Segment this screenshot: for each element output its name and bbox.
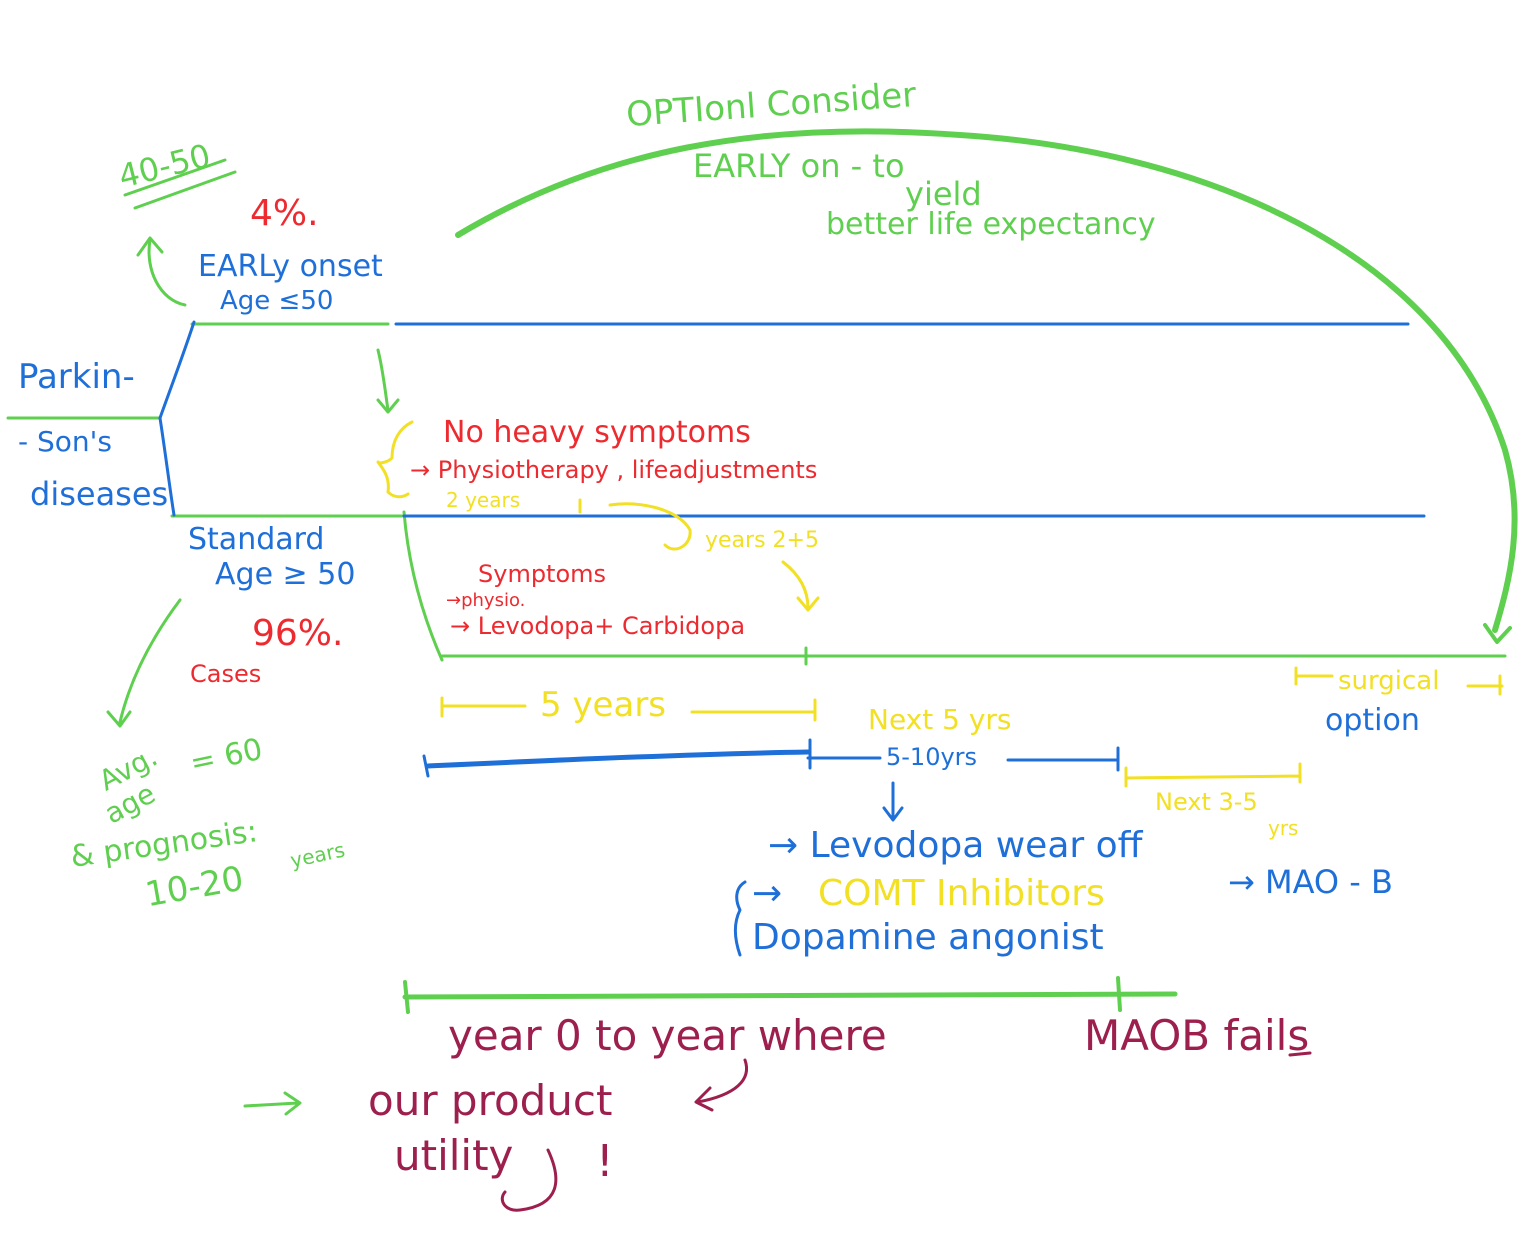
label-two-years: 2 years — [446, 488, 521, 512]
label-next-3-5: Next 3-5 — [1155, 788, 1258, 816]
five-years-bracket-right — [690, 698, 817, 722]
label-early-on: EARLY on - to — [693, 147, 905, 185]
product-range-end — [1116, 976, 1122, 1012]
years-0-5-start — [422, 754, 430, 778]
label-physio: →physio. — [446, 590, 526, 611]
label-standard: Standard — [188, 522, 325, 557]
label-better-life: better life expectancy — [826, 207, 1156, 242]
label-dopamine: Dopamine angonist — [752, 917, 1104, 958]
label-surgical: surgical — [1338, 666, 1440, 696]
label-early-onset: EARLy onset — [198, 249, 383, 284]
label-exclaim: ! — [596, 1136, 614, 1187]
label-pct-4: 4%. — [250, 193, 319, 234]
label-sons: - Son's — [18, 425, 112, 458]
label-utility: utility — [394, 1131, 514, 1180]
label-levodopa-wear: → Levodopa wear off — [768, 825, 1143, 866]
label-age-le-50: Age ≤50 — [220, 286, 334, 316]
treatment-bracket — [734, 880, 747, 957]
product-range-start — [403, 980, 410, 1014]
label-yield: yield — [905, 175, 982, 213]
early-up-arrow — [147, 238, 187, 307]
label-our-product: our product — [368, 1076, 613, 1125]
timeline-vertical — [402, 510, 444, 662]
product-loop-arrow — [694, 1058, 748, 1112]
label-year-zero: year 0 to year where — [448, 1011, 887, 1060]
avg-age-arrowhead — [106, 710, 132, 728]
label-pct-96: 96%. — [252, 613, 344, 654]
avg-age-arrow — [118, 598, 182, 724]
product-range-line — [402, 991, 1178, 1000]
five-years-bracket-left — [440, 696, 527, 718]
no-heavy-bracket — [376, 420, 414, 499]
branch-up — [158, 320, 196, 420]
surgical-bracket-right — [1466, 674, 1504, 696]
label-next-5-yrs: Next 5 yrs — [868, 703, 1012, 736]
label-years-2-5: years 2+5 — [705, 528, 819, 553]
label-option: option — [1325, 703, 1420, 738]
years-2-5-arrow — [781, 560, 820, 612]
years-loop-arrow — [608, 502, 692, 551]
wear-off-down-arrow — [882, 781, 904, 822]
surgical-bracket-left — [1294, 666, 1334, 686]
label-five-ten-yrs: 5-10yrs — [886, 743, 978, 771]
comt-arrow-glyph: → — [752, 873, 783, 914]
label-levodopa-carbidopa: → Levodopa+ Carbidopa — [450, 612, 746, 640]
label-comt: COMT Inhibitors — [818, 873, 1105, 914]
diagram-canvas — [6, 128, 1518, 1212]
label-maob-fails: MAOB fails — [1084, 1011, 1310, 1060]
label-age-ge-50: Age ≥ 50 — [215, 557, 356, 592]
label-symptoms: Symptoms — [478, 560, 607, 588]
label-five-years: 5 years — [540, 685, 667, 725]
label-cases: Cases — [190, 660, 262, 688]
years-0-5-bar — [425, 749, 811, 769]
label-diseases: diseases — [30, 475, 169, 513]
label-parkin: Parkin- — [18, 357, 135, 397]
label-physio-life: → Physiotherapy , lifeadjustments — [410, 456, 818, 484]
label-yrs: yrs — [1268, 816, 1299, 840]
next-3-5-bracket — [1124, 762, 1302, 788]
label-maob: → MAO - B — [1228, 863, 1393, 901]
product-arrow — [243, 1091, 302, 1116]
label-no-heavy: No heavy symptoms — [443, 415, 751, 450]
